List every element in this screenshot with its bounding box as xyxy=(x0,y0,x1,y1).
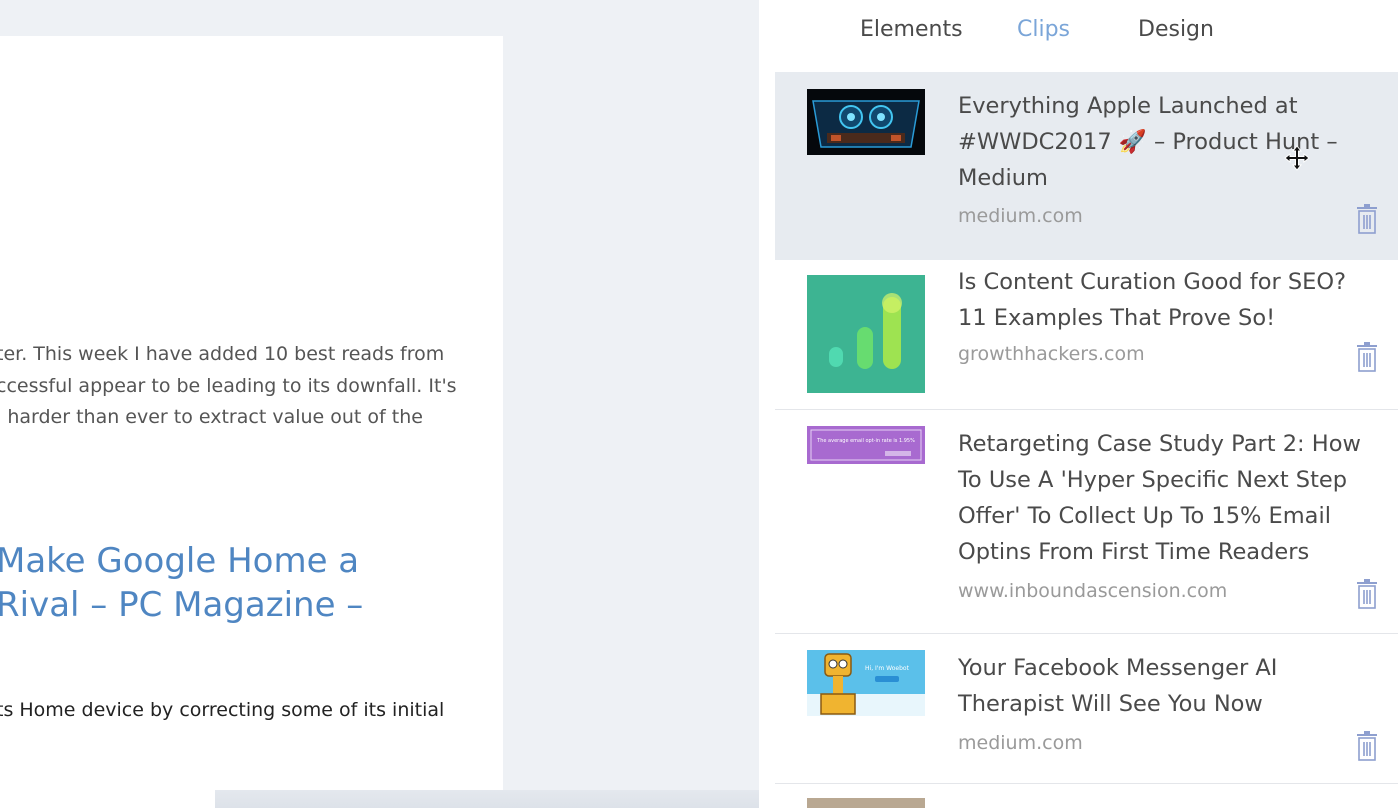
heading-line: Rival – PC Magazine – xyxy=(0,585,364,625)
move-cursor-icon xyxy=(1284,145,1310,171)
clip-thumbnail xyxy=(807,798,925,808)
clip-title: Your Facebook Messenger AI Therapist Wil… xyxy=(958,655,1278,717)
tab-elements[interactable]: Elements xyxy=(860,17,963,42)
clip-domain: medium.com xyxy=(958,732,1083,754)
paragraph-line: ccessful appear to be leading to its dow… xyxy=(0,374,457,397)
bar-growth-thumbnail xyxy=(807,275,925,393)
tab-design[interactable]: Design xyxy=(1138,17,1214,42)
clip-item[interactable] xyxy=(775,784,1398,808)
clip-domain: medium.com xyxy=(958,205,1083,227)
document-canvas: ter. This week I have added 10 best read… xyxy=(0,0,1165,808)
body-paragraph: ter. This week I have added 10 best read… xyxy=(0,339,457,434)
clip-item[interactable]: Everything Apple Launched at #WWDC2017 🚀… xyxy=(775,72,1398,260)
trash-icon[interactable] xyxy=(1356,342,1378,372)
side-panel: Elements Clips Design Everything Apple L… xyxy=(759,0,1398,808)
paragraph-line: l harder than ever to extract value out … xyxy=(0,406,423,428)
clips-list: Everything Apple Launched at #WWDC2017 🚀… xyxy=(775,72,1398,808)
clip-domain: growthhackers.com xyxy=(958,343,1145,365)
purple-banner-image: The average email opt-in rate is 1.95% xyxy=(807,426,925,464)
paragraph-line: ter. This week I have added 10 best read… xyxy=(0,343,445,365)
trash-icon[interactable] xyxy=(1356,204,1378,234)
apple-event-image xyxy=(807,89,925,155)
body-paragraph: ts Home device by correcting some of its… xyxy=(0,695,444,727)
clip-item[interactable]: The average email opt-in rate is 1.95% R… xyxy=(775,410,1398,634)
clip-item[interactable]: Hi, I'm Woebot Your Facebook Messenger A… xyxy=(775,634,1398,784)
apple-event-thumbnail xyxy=(807,89,925,155)
article-heading-link[interactable]: Make Google Home a Rival – PC Magazine – xyxy=(0,539,363,627)
clip-title: Is Content Curation Good for SEO? 11 Exa… xyxy=(958,269,1347,331)
document-page: ter. This week I have added 10 best read… xyxy=(0,36,503,808)
woebot-image: Hi, I'm Woebot xyxy=(807,650,925,716)
paragraph-line: ts Home device by correcting some of its… xyxy=(0,699,445,721)
clip-title: Everything Apple Launched at #WWDC2017 🚀… xyxy=(958,93,1338,191)
clip-item[interactable]: Is Content Curation Good for SEO? 11 Exa… xyxy=(775,260,1398,410)
bar-growth-image xyxy=(807,275,925,393)
thumb-caption: The average email opt-in rate is 1.95% xyxy=(816,438,915,444)
heading-line: Make Google Home a xyxy=(0,541,360,581)
woebot-thumbnail: Hi, I'm Woebot xyxy=(807,650,925,716)
thumb-caption: Hi, I'm Woebot xyxy=(865,665,910,672)
trash-icon[interactable] xyxy=(1356,731,1378,761)
panel-tabs: Elements Clips Design xyxy=(759,0,1398,70)
purple-banner-thumbnail: The average email opt-in rate is 1.95% xyxy=(807,426,925,464)
clip-title: Retargeting Case Study Part 2: How To Us… xyxy=(958,431,1361,565)
trash-icon[interactable] xyxy=(1356,579,1378,609)
tab-clips[interactable]: Clips xyxy=(1017,17,1070,42)
clip-domain: www.inboundascension.com xyxy=(958,580,1228,602)
